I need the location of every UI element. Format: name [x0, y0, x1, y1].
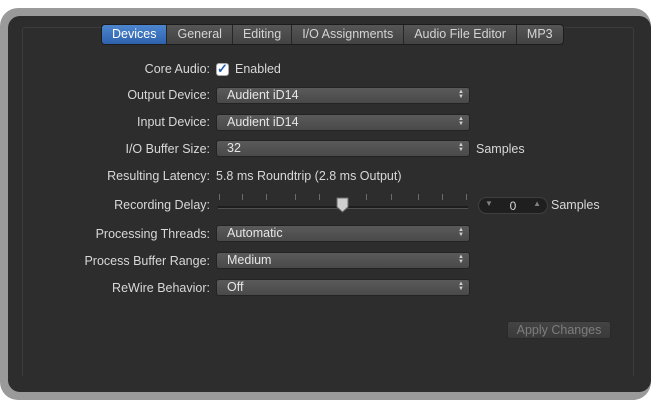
slider-tick — [242, 194, 243, 200]
popup-arrows-icon: ▲ ▼ — [458, 89, 464, 100]
io-buffer-unit: Samples — [476, 142, 525, 156]
slider-tick — [266, 194, 267, 200]
tab-bar: Devices General Editing I/O Assignments … — [101, 24, 564, 45]
io-buffer-value: 32 — [227, 141, 241, 155]
slider-tick — [442, 194, 443, 200]
popup-arrows-icon: ▲ ▼ — [458, 281, 464, 292]
checkmark-icon: ✓ — [217, 61, 228, 76]
input-device-label: Input Device: — [137, 115, 210, 129]
popup-arrows-icon: ▲ ▼ — [458, 142, 464, 153]
io-buffer-popup[interactable]: 32 ▲ ▼ — [216, 140, 470, 157]
processing-threads-label: Processing Threads: — [95, 227, 210, 241]
rewire-label: ReWire Behavior: — [112, 281, 210, 295]
tab-editing[interactable]: Editing — [231, 25, 291, 44]
process-buffer-popup[interactable]: Medium ▲ ▼ — [216, 252, 470, 269]
apply-changes-button[interactable]: Apply Changes — [507, 321, 611, 339]
input-device-popup[interactable]: Audient iD14 ▲ ▼ — [216, 114, 470, 131]
recording-delay-label: Recording Delay: — [114, 198, 210, 212]
processing-threads-value: Automatic — [227, 226, 283, 240]
slider-thumb-icon[interactable] — [336, 197, 349, 213]
popup-arrows-icon: ▲ ▼ — [458, 116, 464, 127]
slider-tick — [418, 194, 419, 200]
core-audio-enabled-label[interactable]: Enabled — [235, 62, 281, 76]
output-device-label: Output Device: — [127, 88, 210, 102]
output-device-popup[interactable]: Audient iD14 ▲ ▼ — [216, 87, 470, 104]
slider-tick — [366, 194, 367, 200]
output-device-value: Audient iD14 — [227, 88, 299, 102]
rewire-value: Off — [227, 280, 244, 294]
slider-tick — [391, 194, 392, 200]
slider-tick — [319, 194, 320, 200]
popup-arrows-icon: ▲ ▼ — [458, 254, 464, 265]
tab-audio-file-editor[interactable]: Audio File Editor — [403, 25, 516, 44]
latency-value: 5.8 ms Roundtrip (2.8 ms Output) — [216, 169, 402, 183]
recording-delay-unit: Samples — [551, 198, 600, 212]
tab-mp3[interactable]: MP3 — [515, 25, 563, 44]
core-audio-label: Core Audio: — [144, 62, 210, 76]
input-device-value: Audient iD14 — [227, 115, 299, 129]
io-buffer-label: I/O Buffer Size: — [125, 142, 210, 156]
slider-tick — [295, 194, 296, 200]
tab-devices[interactable]: Devices — [102, 25, 167, 44]
core-audio-checkbox[interactable]: ✓ — [216, 61, 229, 76]
tab-general[interactable]: General — [166, 25, 231, 44]
rewire-popup[interactable]: Off ▲ ▼ — [216, 279, 470, 296]
processing-threads-popup[interactable]: Automatic ▲ ▼ — [216, 225, 470, 242]
recording-delay-stepper[interactable]: ▼ 0 ▲ — [478, 197, 548, 214]
latency-label: Resulting Latency: — [107, 169, 210, 183]
process-buffer-label: Process Buffer Range: — [84, 254, 210, 268]
slider-tick — [219, 194, 220, 200]
popup-arrows-icon: ▲ ▼ — [458, 227, 464, 238]
increment-icon[interactable]: ▲ — [533, 199, 541, 208]
slider-tick — [466, 194, 467, 200]
process-buffer-value: Medium — [227, 253, 272, 267]
tab-io-assignments[interactable]: I/O Assignments — [291, 25, 403, 44]
